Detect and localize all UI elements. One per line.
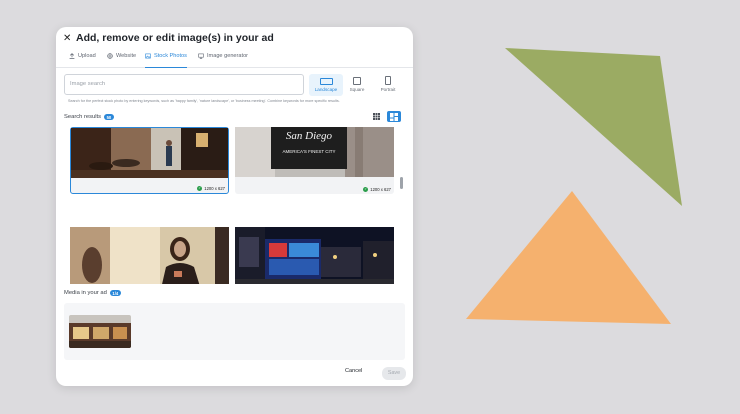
search-results-header: Search results 50 [64,114,114,120]
search-hint: Search for the perfect stock photo by en… [68,99,340,103]
result-card-city-lights[interactable] [235,227,394,284]
orientation-square-button[interactable]: Square [340,74,374,96]
tab-image-generator[interactable]: Image generator [198,53,248,68]
results-count-badge: 50 [104,114,114,120]
results-scrollbar[interactable] [400,177,403,189]
tab-upload-label: Upload [78,53,96,59]
orientation-landscape-label: Landscape [314,87,338,92]
orientation-square-label: Square [349,87,365,92]
orientation-portrait-label: Portrait [380,87,396,92]
green-triangle [505,48,682,206]
masonry-view-button[interactable] [387,111,401,122]
image-editor-modal: ✕ Add, remove or edit image(s) in your a… [56,27,413,386]
san-diego-photo: San Diego AMERICA'S FINEST CITY [235,127,394,177]
city-lights-photo [235,227,394,284]
orange-triangle [466,191,671,324]
globe-icon [107,53,113,59]
search-results-grid: ✓ 1200 x 627 San Diego AMERICA'S FINEST … [64,127,403,284]
tab-stock-photos-label: Stock Photos [154,53,187,59]
close-icon[interactable]: ✕ [63,34,71,44]
storefront-photo [69,315,131,348]
image-search-input[interactable]: Image search [64,74,304,95]
image-dimensions-text: 1200 x 627 [204,186,225,191]
tab-image-generator-label: Image generator [207,53,249,59]
tab-stock-photos[interactable]: Stock Photos [145,53,187,68]
tab-website[interactable]: Website [107,53,136,68]
check-icon: ✓ [197,186,203,191]
result-card-restaurant[interactable]: ✓ 1200 x 627 [70,127,229,194]
result-image-city-lights [235,227,394,284]
image-dimensions-text: 1200 x 627 [370,187,391,192]
upload-icon [69,53,75,59]
search-results-label: Search results [64,114,102,120]
result-image-restaurant [71,128,228,178]
modal-footer: Cancel Save [56,363,413,386]
image-dimensions: ✓ 1200 x 627 [363,187,391,192]
grid-view-button[interactable] [369,111,383,122]
restaurant-photo [71,128,228,178]
image-icon [145,53,151,59]
result-card-woman-phone[interactable] [70,227,229,284]
orientation-portrait-button[interactable]: Portrait [371,74,405,96]
modal-header: ✕ Add, remove or edit image(s) in your a… [56,27,413,51]
media-thumbnail[interactable] [69,315,131,348]
portrait-icon [385,76,391,85]
orientation-landscape-button[interactable]: Landscape [309,74,343,96]
result-card-san-diego[interactable]: San Diego AMERICA'S FINEST CITY ✓ 1200 x… [235,127,394,194]
media-label: Media in your ad [64,290,107,296]
save-button[interactable]: Save [382,367,406,380]
media-in-ad-area [64,303,405,360]
tab-upload[interactable]: Upload [69,53,96,68]
tab-bar: Upload Website Stock Photos Image genera… [56,51,413,68]
result-image-woman-phone [70,227,229,284]
square-icon [353,77,361,85]
check-icon: ✓ [363,187,369,192]
sign-subtitle-text: AMERICA'S FINEST CITY [282,149,335,154]
result-image-san-diego: San Diego AMERICA'S FINEST CITY [235,127,394,177]
tab-website-label: Website [116,53,137,59]
woman-phone-photo [70,227,229,284]
media-count-badge: 1/4 [109,290,121,296]
modal-title: Add, remove or edit image(s) in your ad [76,32,274,44]
cancel-button[interactable]: Cancel [345,368,362,374]
grid-icon [372,113,380,120]
media-header: Media in your ad 1/4 [64,290,121,296]
monitor-icon [198,53,204,59]
sign-title-text: San Diego [286,130,333,142]
image-dimensions: ✓ 1200 x 627 [197,186,225,191]
landscape-icon [319,78,333,85]
large-grid-icon [390,112,398,121]
